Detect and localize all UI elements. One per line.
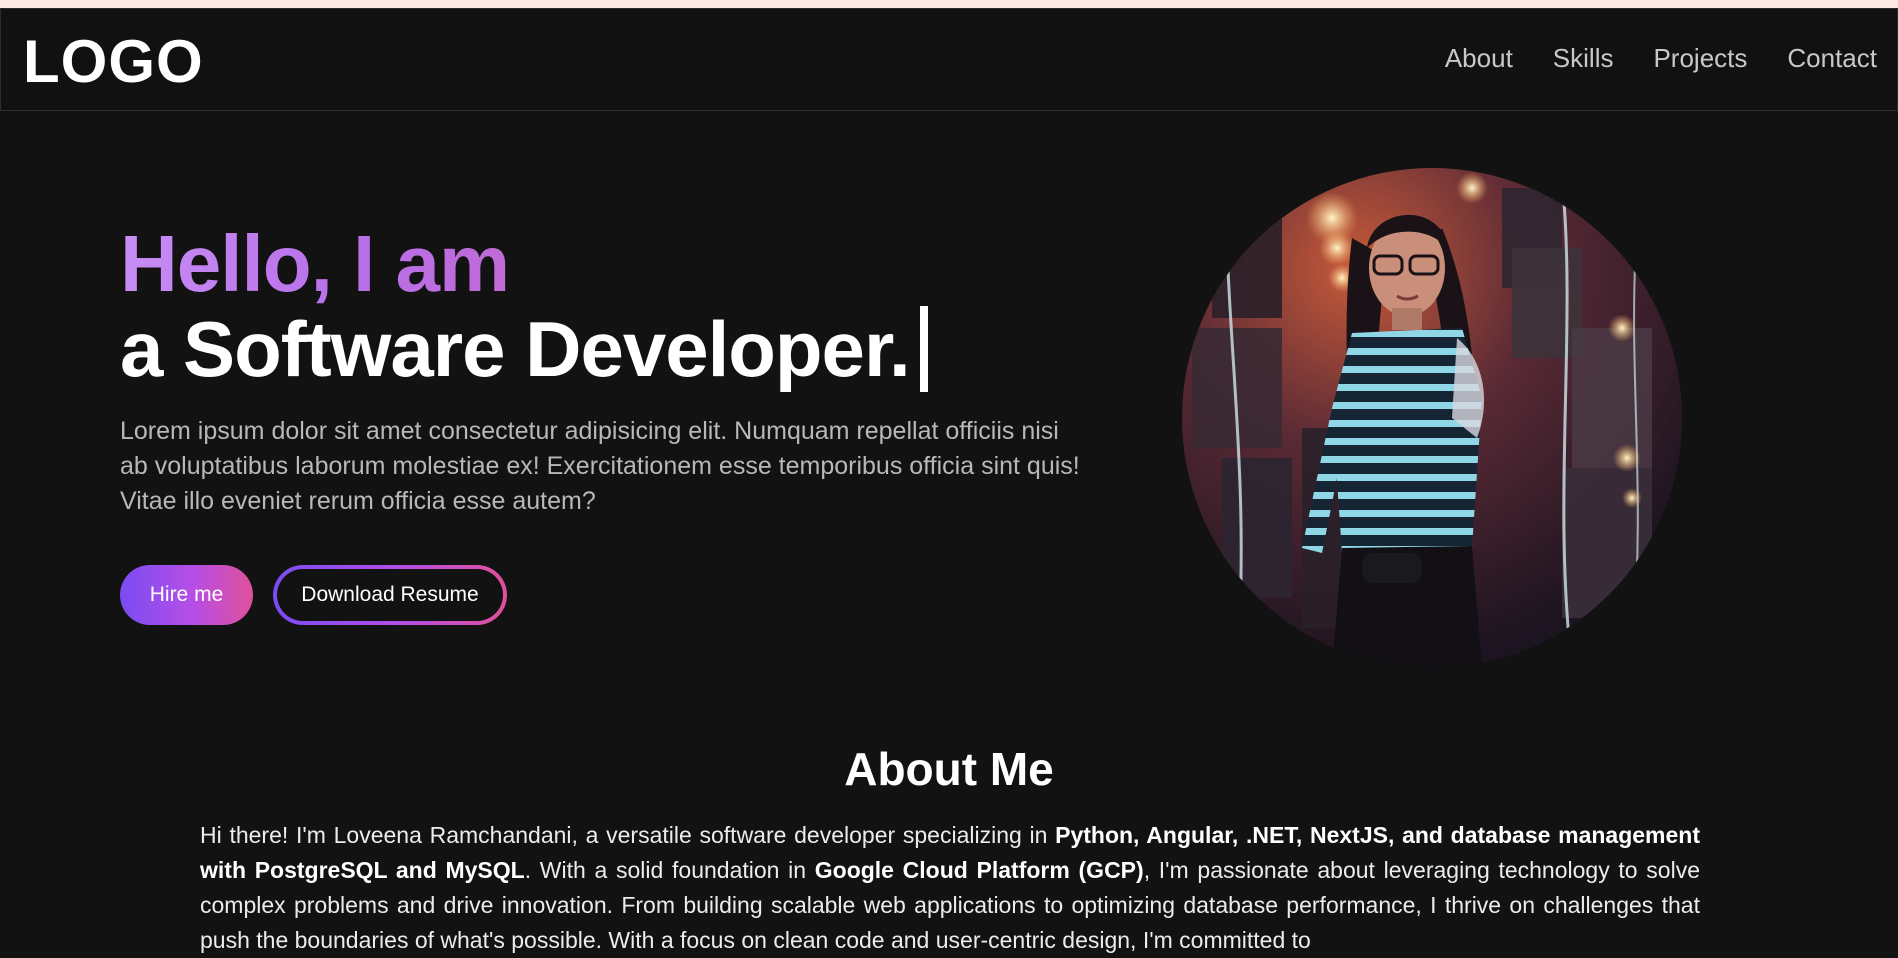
nav-links: About Skills Projects Contact [1445,43,1877,74]
nav-link-skills[interactable]: Skills [1553,43,1614,74]
hero-greeting: Hello, I am [120,219,510,308]
hero-role: a Software Developer. [120,305,911,393]
hero-buttons: Hire me Download Resume [120,565,1100,625]
logo[interactable]: LOGO [23,27,204,96]
profile-photo-illustration [1182,168,1682,668]
nav-link-about[interactable]: About [1445,43,1513,74]
profile-photo [1182,168,1682,668]
nav-link-projects[interactable]: Projects [1653,43,1747,74]
nav-link-contact[interactable]: Contact [1787,43,1877,74]
download-resume-button[interactable]: Download Resume [277,569,503,621]
about-title: About Me [844,743,1054,795]
navbar: LOGO About Skills Projects Contact [0,8,1898,111]
typing-cursor [919,306,928,392]
about-text: Hi there! I'm Loveena Ramchandani, a ver… [200,818,1700,958]
hire-me-button[interactable]: Hire me [120,565,253,625]
hero-section: Hello, I am a Software Developer. Lorem … [120,222,1100,625]
about-text-part-2: . With a solid foundation in [524,857,815,883]
hero-role-line: a Software Developer. [120,306,1100,392]
top-strip [0,0,1898,8]
about-text-part-1: Hi there! I'm Loveena Ramchandani, a ver… [200,822,1056,848]
about-text-gcp: Google Cloud Platform (GCP) [814,857,1144,883]
hero-description: Lorem ipsum dolor sit amet consectetur a… [120,417,1080,515]
download-resume-button-border: Download Resume [273,565,507,625]
